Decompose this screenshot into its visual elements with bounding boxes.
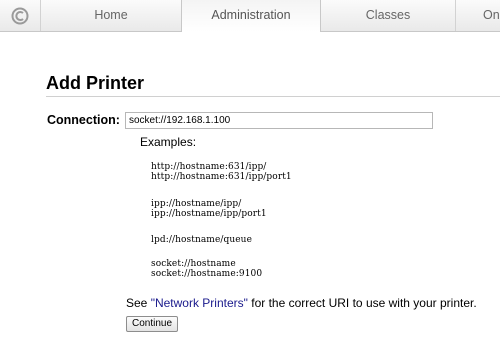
example-group-http: http://hostname:631/ipp/ http://hostname… <box>151 162 292 182</box>
example-uri: lpd://hostname/queue <box>151 235 253 245</box>
example-uri: http://hostname:631/ipp/port1 <box>151 172 292 182</box>
uri-hint-text: See "Network Printers" for the correct U… <box>126 296 477 310</box>
cups-logo-icon[interactable] <box>0 0 40 31</box>
connection-label: Connection: <box>47 113 120 127</box>
example-uri: ipp://hostname/ipp/ <box>151 199 242 209</box>
example-uri: socket://hostname:9100 <box>151 269 263 279</box>
hint-prefix: See <box>126 296 151 310</box>
hint-suffix: for the correct URI to use with your pri… <box>247 296 477 310</box>
tab-online-help[interactable]: On <box>455 0 500 31</box>
example-uri: ipp://hostname/ipp/port1 <box>151 209 267 219</box>
tab-classes[interactable]: Classes <box>321 0 455 31</box>
page-title: Add Printer <box>46 73 145 93</box>
network-printers-link[interactable]: "Network Printers" <box>151 296 248 310</box>
connection-uri-input[interactable] <box>125 112 433 129</box>
tab-administration[interactable]: Administration <box>181 0 321 32</box>
example-group-socket: socket://hostname socket://hostname:9100 <box>151 259 262 279</box>
example-uri: socket://hostname <box>151 259 236 269</box>
continue-button[interactable]: Continue <box>126 316 179 332</box>
tab-home[interactable]: Home <box>40 0 181 31</box>
example-group-lpd: lpd://hostname/queue <box>151 235 252 245</box>
example-group-ipp: ipp://hostname/ipp/ ipp://hostname/ipp/p… <box>151 199 267 219</box>
nav-tab-bar: Home Administration Classes On <box>0 0 500 32</box>
example-uri: http://hostname:631/ipp/ <box>151 162 267 172</box>
title-divider <box>46 96 500 97</box>
examples-label: Examples: <box>140 135 197 149</box>
